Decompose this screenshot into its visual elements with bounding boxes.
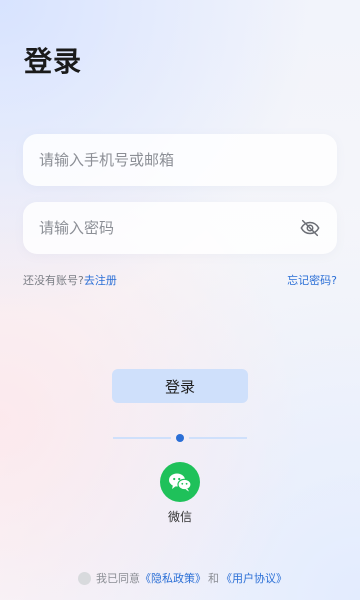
- login-button[interactable]: 登录: [112, 369, 248, 403]
- privacy-policy-link[interactable]: 《隐私政策》: [140, 570, 206, 586]
- account-input[interactable]: [37, 150, 323, 170]
- register-prompt: 还没有账号? 去注册: [23, 272, 117, 288]
- wechat-login-button[interactable]: 微信: [150, 462, 210, 525]
- agreement-prefix: 我已同意: [96, 572, 140, 585]
- password-input[interactable]: [37, 218, 289, 238]
- auth-links-row: 还没有账号? 去注册 忘记密码?: [23, 270, 337, 290]
- agreement-and: 和: [208, 572, 219, 585]
- agreement-checkbox[interactable]: [78, 571, 91, 585]
- account-field[interactable]: [23, 134, 337, 186]
- user-agreement-link[interactable]: 《用户协议》: [221, 570, 287, 586]
- no-account-text: 还没有账号?: [23, 274, 84, 287]
- page-title: 登录: [24, 45, 83, 78]
- wechat-label: 微信: [167, 510, 192, 524]
- third-party-divider: [113, 432, 247, 444]
- agreement-row: 我已同意 《隐私政策》 和 《用户协议》: [78, 570, 287, 586]
- divider-line-right: [189, 437, 247, 439]
- eye-off-icon[interactable]: [297, 215, 323, 241]
- divider-line-left: [113, 437, 171, 439]
- register-link[interactable]: 去注册: [84, 272, 117, 288]
- forgot-password-link[interactable]: 忘记密码?: [287, 272, 337, 288]
- divider-dot: [176, 434, 184, 442]
- wechat-icon[interactable]: [160, 462, 200, 502]
- password-field[interactable]: [23, 202, 337, 254]
